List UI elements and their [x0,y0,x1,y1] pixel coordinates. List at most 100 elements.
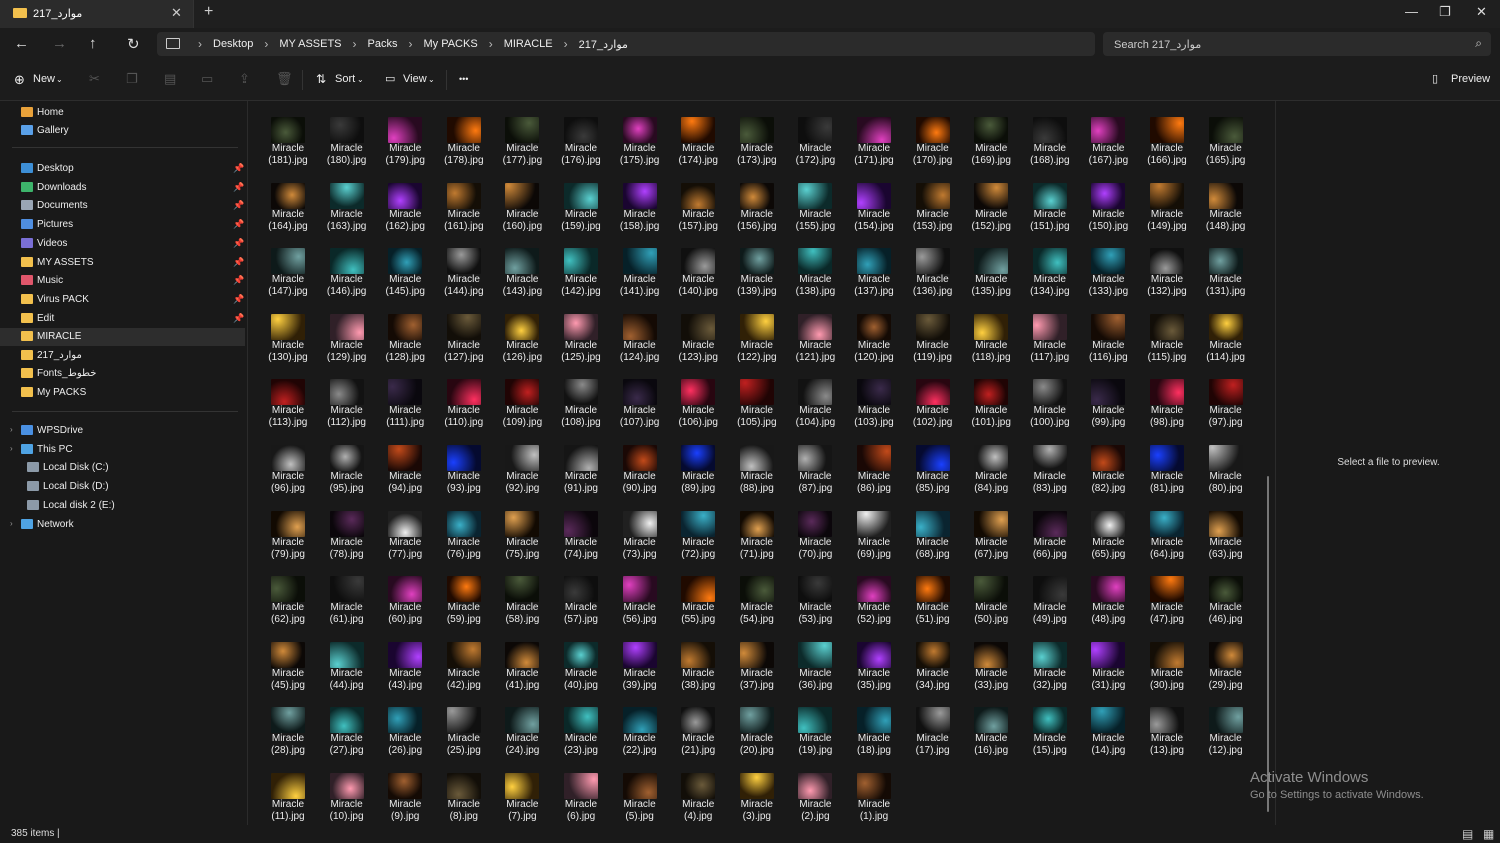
breadcrumb-item[interactable]: My PACKS [423,38,477,50]
sidebar-item[interactable]: Local disk 2 (E:) [0,497,245,515]
breadcrumb-item[interactable]: Desktop [213,38,253,50]
file-item[interactable]: Miracle (69).jpg [848,510,900,561]
file-item[interactable]: Miracle (94).jpg [379,445,431,495]
expand-chevron-icon[interactable]: › [10,425,13,434]
file-item[interactable]: Miracle (162).jpg [379,182,431,233]
file-item[interactable]: Miracle (55).jpg [672,576,724,626]
file-item[interactable]: Miracle (135).jpg [965,248,1017,298]
more-options-button[interactable]: ••• [459,74,468,84]
file-item[interactable]: Miracle (15).jpg [1024,707,1076,757]
file-item[interactable]: Miracle (57).jpg [555,576,607,626]
file-item[interactable]: Miracle (40).jpg [555,641,607,692]
file-item[interactable]: Miracle (142).jpg [555,248,607,298]
sort-button[interactable]: Sort [335,73,355,85]
file-item[interactable]: Miracle (49).jpg [1024,576,1076,626]
file-item[interactable]: Miracle (89).jpg [672,445,724,495]
explorer-tab[interactable]: موارد_217 ✕ [0,0,194,28]
file-item[interactable]: Miracle (72).jpg [672,510,724,561]
file-item[interactable]: Miracle (176).jpg [555,117,607,167]
file-item[interactable]: Miracle (13).jpg [1141,707,1193,757]
file-item[interactable]: Miracle (164).jpg [262,182,314,233]
file-item[interactable]: Miracle (11).jpg [262,773,314,823]
sidebar-item[interactable]: My PACKS [0,384,245,402]
breadcrumb-item[interactable]: MIRACLE [504,38,553,50]
minimize-button[interactable]: — [1405,4,1418,19]
paste-icon[interactable]: ▤ [164,71,176,87]
file-item[interactable]: Miracle (122).jpg [731,313,783,364]
file-item[interactable]: Miracle (101).jpg [965,379,1017,429]
file-item[interactable]: Miracle (70).jpg [789,510,841,561]
file-item[interactable]: Miracle (74).jpg [555,510,607,561]
file-item[interactable]: Miracle (25).jpg [438,707,490,757]
file-item[interactable]: Miracle (90).jpg [614,445,666,495]
file-item[interactable]: Miracle (68).jpg [907,510,959,561]
file-item[interactable]: Miracle (132).jpg [1141,248,1193,298]
file-item[interactable]: Miracle (118).jpg [965,313,1017,364]
file-item[interactable]: Miracle (96).jpg [262,445,314,495]
file-item[interactable]: Miracle (177).jpg [496,117,548,167]
file-item[interactable]: Miracle (169).jpg [965,117,1017,167]
details-view-icon[interactable]: ▤ [1462,827,1473,841]
file-item[interactable]: Miracle (103).jpg [848,379,900,429]
file-item[interactable]: Miracle (26).jpg [379,707,431,757]
file-item[interactable]: Miracle (85).jpg [907,445,959,495]
file-item[interactable]: Miracle (27).jpg [321,707,373,757]
chevron-right-icon[interactable]: › [408,37,412,51]
forward-button[interactable]: → [52,35,67,52]
file-item[interactable]: Miracle (155).jpg [789,182,841,233]
file-item[interactable]: Miracle (170).jpg [907,117,959,167]
file-item[interactable]: Miracle (159).jpg [555,182,607,233]
file-item[interactable]: Miracle (128).jpg [379,313,431,364]
chevron-right-icon[interactable]: › [564,37,568,51]
expand-chevron-icon[interactable]: › [10,444,13,453]
file-item[interactable]: Miracle (56).jpg [614,576,666,626]
file-item[interactable]: Miracle (166).jpg [1141,117,1193,167]
file-item[interactable]: Miracle (156).jpg [731,182,783,233]
file-item[interactable]: Miracle (61).jpg [321,576,373,626]
file-item[interactable]: Miracle (19).jpg [789,707,841,757]
file-item[interactable]: Miracle (131).jpg [1200,248,1252,298]
file-item[interactable]: Miracle (173).jpg [731,117,783,167]
view-button[interactable]: View [403,73,427,85]
file-item[interactable]: Miracle (81).jpg [1141,445,1193,495]
file-item[interactable]: Miracle (167).jpg [1082,117,1134,167]
file-item[interactable]: Miracle (44).jpg [321,641,373,692]
file-item[interactable]: Miracle (172).jpg [789,117,841,167]
file-item[interactable]: Miracle (46).jpg [1200,576,1252,626]
sidebar-item[interactable]: Gallery [0,122,245,140]
file-item[interactable]: Miracle (141).jpg [614,248,666,298]
file-item[interactable]: Miracle (53).jpg [789,576,841,626]
sidebar-item[interactable]: Edit 📌 [0,310,245,328]
file-item[interactable]: Miracle (28).jpg [262,707,314,757]
file-item[interactable]: Miracle (8).jpg [438,773,490,823]
file-item[interactable]: Miracle (93).jpg [438,445,490,495]
sidebar-item[interactable]: Home [0,104,245,122]
file-item[interactable]: Miracle (133).jpg [1082,248,1134,298]
breadcrumb-item[interactable]: Packs [368,38,398,50]
file-item[interactable]: Miracle (12).jpg [1200,707,1252,757]
file-item[interactable]: Miracle (97).jpg [1200,379,1252,429]
file-item[interactable]: Miracle (54).jpg [731,576,783,626]
expand-chevron-icon[interactable]: › [10,519,13,528]
sidebar-item[interactable]: Videos 📌 [0,235,245,253]
file-item[interactable]: Miracle (129).jpg [321,313,373,364]
sidebar-item[interactable]: › This PC [0,441,245,459]
preview-button[interactable]: Preview [1451,73,1490,85]
file-item[interactable]: Miracle (42).jpg [438,641,490,692]
cut-icon[interactable]: ✂ [89,71,100,87]
file-item[interactable]: Miracle (107).jpg [614,379,666,429]
file-item[interactable]: Miracle (152).jpg [965,182,1017,233]
chevron-right-icon[interactable]: › [353,37,357,51]
file-item[interactable]: Miracle (109).jpg [496,379,548,429]
file-item[interactable]: Miracle (175).jpg [614,117,666,167]
scrollbar[interactable] [1267,476,1269,812]
file-item[interactable]: Miracle (63).jpg [1200,510,1252,561]
file-item[interactable]: Miracle (48).jpg [1082,576,1134,626]
file-item[interactable]: Miracle (99).jpg [1082,379,1134,429]
breadcrumb-item[interactable]: MY ASSETS [279,38,341,50]
file-item[interactable]: Miracle (144).jpg [438,248,490,298]
file-item[interactable]: Miracle (124).jpg [614,313,666,364]
file-item[interactable]: Miracle (51).jpg [907,576,959,626]
file-item[interactable]: Miracle (30).jpg [1141,641,1193,692]
file-item[interactable]: Miracle (153).jpg [907,182,959,233]
